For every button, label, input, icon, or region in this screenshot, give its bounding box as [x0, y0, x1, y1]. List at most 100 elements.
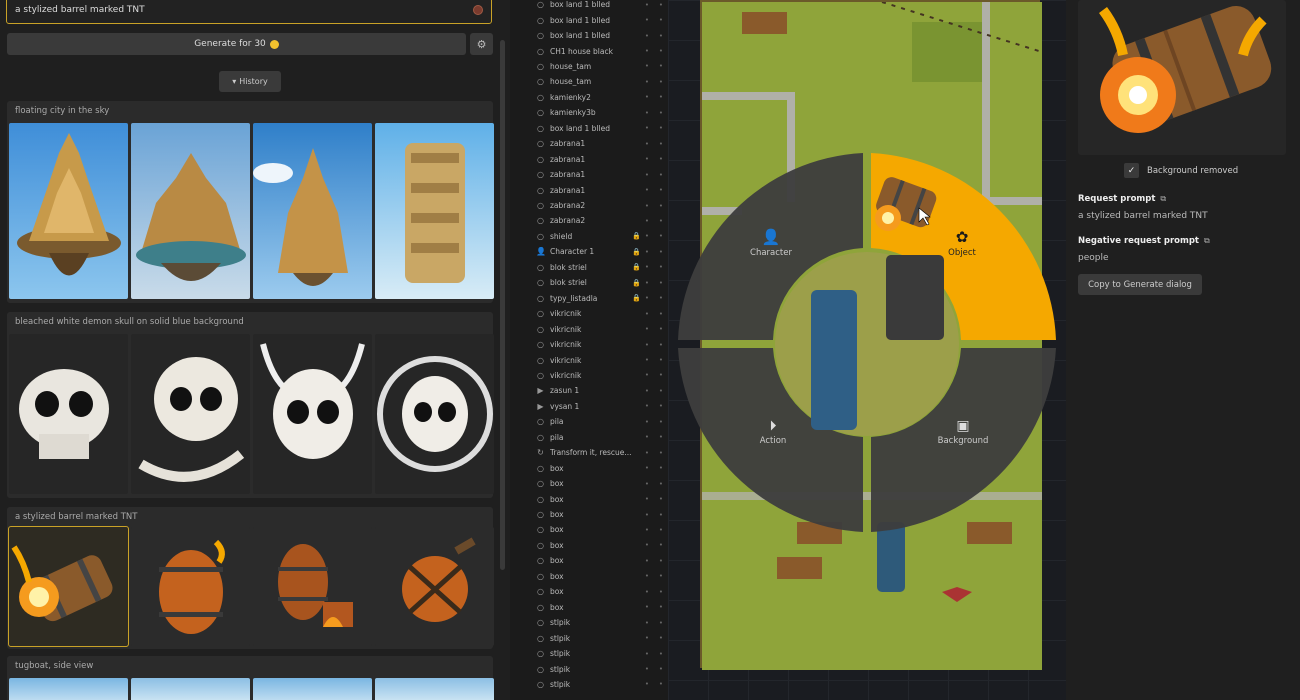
visibility-dot-icon[interactable]: • — [640, 140, 654, 148]
thumbnail-skull-3[interactable] — [253, 334, 372, 494]
lock-icon[interactable]: 🔒 — [632, 294, 641, 302]
thumbnail-barrel-1-selected[interactable] — [8, 526, 129, 647]
layer-row[interactable]: ○ zabrana2 • • — [536, 198, 668, 213]
layer-row[interactable]: ○ box land 1 blled • • — [536, 121, 668, 136]
options-dot-icon[interactable]: • — [654, 603, 668, 611]
layer-row[interactable]: ○ box land 1 blled • • — [536, 12, 668, 27]
thumbnail-tugboat-3[interactable] — [253, 678, 372, 700]
visibility-dot-icon[interactable]: • — [640, 16, 654, 24]
visibility-dot-icon[interactable]: • — [640, 557, 654, 565]
options-dot-icon[interactable]: • — [654, 32, 668, 40]
layer-row[interactable]: ○ CH1 house black • • — [536, 43, 668, 58]
options-dot-icon[interactable]: • — [654, 371, 668, 379]
options-dot-icon[interactable]: • — [654, 279, 668, 287]
layer-row[interactable]: ○ zabrana2 • • — [536, 213, 668, 228]
options-dot-icon[interactable]: • — [654, 325, 668, 333]
layer-row[interactable]: ▶ zasun 1 • • — [536, 383, 668, 398]
visibility-dot-icon[interactable]: • — [640, 387, 654, 395]
visibility-dot-icon[interactable]: • — [640, 464, 654, 472]
prompt-input[interactable]: a stylized barrel marked TNT — [6, 0, 492, 24]
layer-row[interactable]: ↻ Transform it, rescue... • • — [536, 445, 668, 460]
options-dot-icon[interactable]: • — [654, 541, 668, 549]
thumbnail-tugboat-1[interactable] — [9, 678, 128, 700]
layer-row[interactable]: ○ box • • — [536, 600, 668, 615]
copy-icon[interactable]: ⧉ — [1204, 236, 1210, 246]
radial-item-action[interactable]: ⏵ Action — [746, 418, 800, 446]
options-dot-icon[interactable]: • — [654, 310, 668, 318]
visibility-dot-icon[interactable]: • — [640, 155, 654, 163]
copy-icon[interactable]: ⧉ — [1160, 194, 1166, 204]
visibility-dot-icon[interactable]: • — [640, 248, 654, 256]
radial-item-object[interactable]: ✿ Object — [936, 228, 988, 258]
layer-row[interactable]: ○ box • • — [536, 553, 668, 568]
thumbnail-floating-city-4[interactable] — [375, 123, 494, 299]
layer-row[interactable]: ○ blok striel 🔒 • • — [536, 275, 668, 290]
options-dot-icon[interactable]: • — [654, 1, 668, 9]
layer-row[interactable]: ○ kamienky2 • • — [536, 90, 668, 105]
history-scrollbar[interactable] — [500, 40, 505, 570]
layer-row[interactable]: ○ box land 1 blled • • — [536, 0, 668, 12]
visibility-dot-icon[interactable]: • — [640, 279, 654, 287]
visibility-dot-icon[interactable]: • — [640, 310, 654, 318]
visibility-dot-icon[interactable]: • — [640, 603, 654, 611]
visibility-dot-icon[interactable]: • — [640, 650, 654, 658]
visibility-dot-icon[interactable]: • — [640, 356, 654, 364]
options-dot-icon[interactable]: • — [654, 47, 668, 55]
options-dot-icon[interactable]: • — [654, 202, 668, 210]
settings-button[interactable]: ⚙ — [470, 33, 493, 55]
lock-icon[interactable]: 🔒 — [632, 263, 641, 271]
layer-row[interactable]: ○ vikricnik • • — [536, 306, 668, 321]
visibility-dot-icon[interactable]: • — [640, 665, 654, 673]
visibility-dot-icon[interactable]: • — [640, 32, 654, 40]
layer-row[interactable]: ○ vikricnik • • — [536, 337, 668, 352]
visibility-dot-icon[interactable]: • — [640, 511, 654, 519]
options-dot-icon[interactable]: • — [654, 171, 668, 179]
copy-to-generate-button[interactable]: Copy to Generate dialog — [1078, 274, 1202, 295]
layer-row[interactable]: ○ stlpik • • — [536, 646, 668, 661]
options-dot-icon[interactable]: • — [654, 650, 668, 658]
visibility-dot-icon[interactable]: • — [640, 186, 654, 194]
layer-row[interactable]: ○ zabrana1 • • — [536, 182, 668, 197]
lock-icon[interactable]: 🔒 — [632, 248, 641, 256]
layer-row[interactable]: ○ typy_listadla 🔒 • • — [536, 291, 668, 306]
layer-row[interactable]: ○ house_tam • • — [536, 59, 668, 74]
thumbnail-barrel-2[interactable] — [131, 527, 250, 646]
visibility-dot-icon[interactable]: • — [640, 680, 654, 688]
options-dot-icon[interactable]: • — [654, 155, 668, 163]
visibility-dot-icon[interactable]: • — [640, 371, 654, 379]
options-dot-icon[interactable]: • — [654, 572, 668, 580]
layer-row[interactable]: ○ vikricnik • • — [536, 368, 668, 383]
options-dot-icon[interactable]: • — [654, 495, 668, 503]
layer-row[interactable]: ○ stlpik • • — [536, 630, 668, 645]
options-dot-icon[interactable]: • — [654, 16, 668, 24]
visibility-dot-icon[interactable]: • — [640, 294, 654, 302]
visibility-dot-icon[interactable]: • — [640, 202, 654, 210]
visibility-dot-icon[interactable]: • — [640, 433, 654, 441]
visibility-dot-icon[interactable]: • — [640, 47, 654, 55]
visibility-dot-icon[interactable]: • — [640, 449, 654, 457]
layer-row[interactable]: ▶ vysan 1 • • — [536, 399, 668, 414]
layer-row[interactable]: ○ box • • — [536, 491, 668, 506]
visibility-dot-icon[interactable]: • — [640, 171, 654, 179]
generate-button[interactable]: Generate for 30 — [7, 33, 466, 55]
options-dot-icon[interactable]: • — [654, 387, 668, 395]
thumbnail-tugboat-2[interactable] — [131, 678, 250, 700]
layer-row[interactable]: ○ box • • — [536, 461, 668, 476]
visibility-dot-icon[interactable]: • — [640, 634, 654, 642]
thumbnail-skull-2[interactable] — [131, 334, 250, 494]
layer-row[interactable]: ○ zabrana1 • • — [536, 152, 668, 167]
lock-icon[interactable]: 🔒 — [632, 232, 641, 240]
thumbnail-floating-city-2[interactable] — [131, 123, 250, 299]
options-dot-icon[interactable]: • — [654, 418, 668, 426]
layer-row[interactable]: ○ stlpik • • — [536, 677, 668, 692]
visibility-dot-icon[interactable]: • — [640, 588, 654, 596]
options-dot-icon[interactable]: • — [654, 449, 668, 457]
visibility-dot-icon[interactable]: • — [640, 526, 654, 534]
options-dot-icon[interactable]: • — [654, 402, 668, 410]
options-dot-icon[interactable]: • — [654, 464, 668, 472]
options-dot-icon[interactable]: • — [654, 634, 668, 642]
thumbnail-skull-4[interactable] — [375, 334, 494, 494]
visibility-dot-icon[interactable]: • — [640, 62, 654, 70]
layer-row[interactable]: ○ pila • • — [536, 430, 668, 445]
history-button[interactable]: ▾ History — [219, 71, 281, 92]
